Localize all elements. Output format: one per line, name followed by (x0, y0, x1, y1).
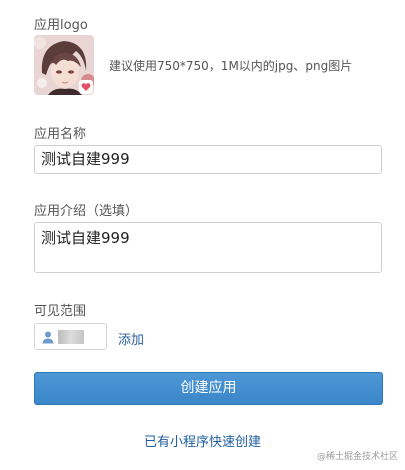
app-name-value: 测试自建999 (41, 150, 130, 168)
app-description-value: 测试自建999 (41, 229, 130, 247)
watermark: @稀土掘金技术社区 (316, 452, 398, 462)
visibility-label: 可见范围 (34, 304, 87, 319)
logo-label: 应用logo (34, 18, 88, 33)
app-description-textarea[interactable]: 测试自建999 (34, 222, 382, 273)
desc-label: 应用介绍（选填） (34, 204, 139, 219)
app-name-input[interactable]: 测试自建999 (34, 145, 382, 174)
create-app-button[interactable]: 创建应用 (34, 372, 383, 405)
logo-upload[interactable] (34, 35, 94, 95)
user-icon (42, 331, 54, 344)
logo-hint: 建议使用750*750，1M以内的jpg、png图片 (109, 59, 353, 73)
name-label: 应用名称 (34, 127, 87, 142)
redacted-user-name (58, 330, 84, 344)
add-visible-user-link[interactable]: 添加 (118, 329, 144, 348)
heart-icon (79, 80, 93, 94)
visible-user-chip[interactable] (34, 323, 107, 350)
quick-create-link[interactable]: 已有小程序快速创建 (0, 431, 405, 450)
